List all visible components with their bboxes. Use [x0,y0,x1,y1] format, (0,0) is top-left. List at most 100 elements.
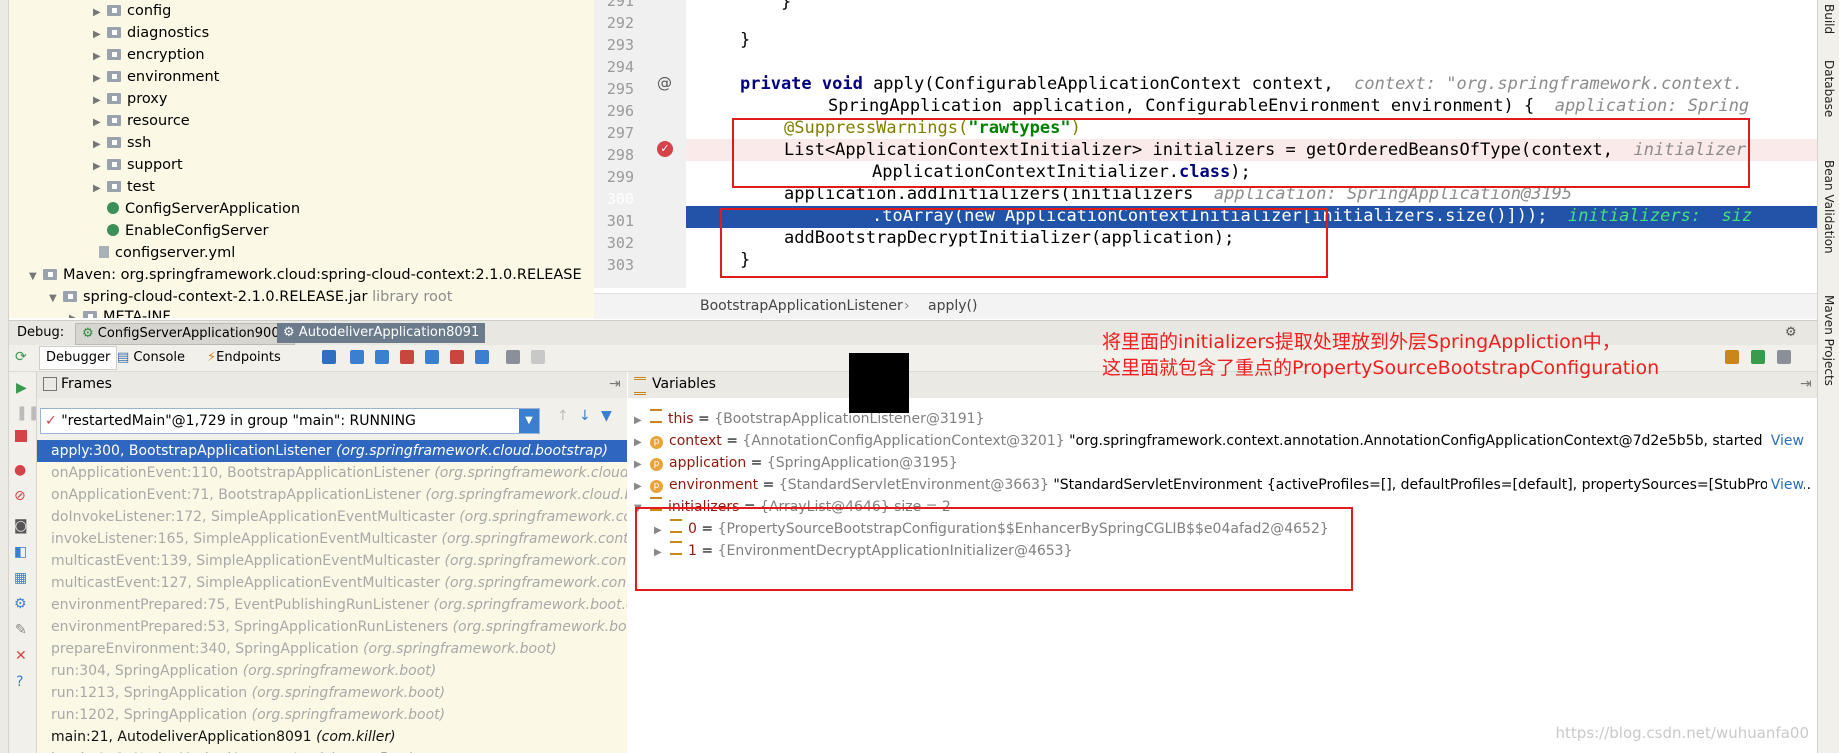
mute-breakpoints-icon[interactable]: ⊘ [14,488,26,504]
view-breakpoints-icon[interactable]: ● [14,462,26,478]
variable-row[interactable]: ▶ p application = {SpringApplication@3195} [634,452,1812,474]
expand-arrow-icon[interactable]: ▶ [93,90,107,112]
expand-arrow-icon[interactable]: ▶ [634,476,650,496]
drop-frame-icon[interactable] [450,350,464,364]
trace-icon[interactable] [531,350,545,364]
pin-icon[interactable]: ✎ [15,622,27,638]
view-link[interactable]: View [1766,474,1804,496]
expand-arrow-icon[interactable]: ▶ [93,134,107,156]
tree-item[interactable]: ▶ ssh [93,132,151,154]
thread-up-icon[interactable]: ↑ [557,408,569,424]
breadcrumb-method[interactable]: apply() [928,298,977,314]
right-tab-maven-projects[interactable]: Maven Projects [1822,295,1836,386]
expand-arrow-icon[interactable]: ▶ [69,308,83,318]
stack-frame-row[interactable]: apply:300, BootstrapApplicationListener … [37,440,627,462]
chevron-down-icon[interactable]: ▼ [519,409,539,433]
collapse-arrow-icon[interactable]: ▼ [49,288,63,310]
run-to-cursor-icon[interactable] [475,350,489,364]
stack-frame-row[interactable]: doInvokeListener:172, SimpleApplicationE… [51,506,627,528]
step-into-icon[interactable] [375,350,389,364]
expand-arrow-icon[interactable]: ▶ [634,454,650,476]
stack-frame-row[interactable]: onApplicationEvent:110, BootstrapApplica… [51,462,627,484]
stack-frame-row[interactable]: prepareEnvironment:340, SpringApplicatio… [51,638,557,660]
stack-frame-row[interactable]: invokeListener:165, SimpleApplicationEve… [51,528,627,550]
tab-debugger[interactable]: Debugger [39,346,118,370]
tree-item[interactable]: configserver.yml [81,242,235,264]
tree-item[interactable]: EnableConfigServer [93,220,268,242]
restore-icon[interactable]: ◧ [14,544,27,560]
debug-tab-configserver[interactable]: ⚙ ConfigServerApplication9006 [75,323,295,345]
stack-frame-row[interactable]: invoke0:-1, NativeMethodAccessorImpl (su… [51,748,414,753]
help-icon[interactable]: ? [16,674,23,690]
stack-frame-row[interactable]: main:21, AutodeliverApplication8091 (com… [51,726,396,748]
expand-arrow-icon[interactable]: ▶ [93,2,107,24]
tree-item[interactable]: ConfigServerApplication [93,198,300,220]
thread-selector[interactable]: ✓ "restartedMain"@1,729 in group "main":… [40,408,540,434]
settings-gear-icon[interactable]: ⚙ [1779,323,1803,343]
force-step-into-icon[interactable] [400,350,414,364]
restore-layout-icon[interactable] [1725,350,1739,364]
tree-item-meta-inf[interactable]: ▶ META-INF [69,306,171,318]
step-over-icon[interactable] [350,350,364,364]
breakpoint-icon[interactable]: ✓ [657,141,673,157]
code-line-295: SpringApplication application, Configura… [828,96,1750,116]
override-marker-icon[interactable]: @ [657,74,672,92]
camera-icon[interactable]: ◙ [14,518,28,534]
right-tab-database[interactable]: Database [1822,60,1836,117]
expand-arrow-icon[interactable]: ▶ [93,46,107,68]
pause-icon[interactable]: ❚❚ [16,405,39,421]
pin-panel-icon[interactable]: ⇥ [609,376,621,392]
expand-arrow-icon[interactable]: ▶ [634,432,650,452]
tree-item-jar[interactable]: ▼ spring-cloud-context-2.1.0.RELEASE.jar … [49,286,452,308]
stack-frame-row[interactable]: run:304, SpringApplication (org.springfr… [51,660,436,682]
right-tab-build[interactable]: Build [1822,4,1836,34]
debug-tab-autodeliver[interactable]: ⚙ AutodeliverApplication8091 [277,323,486,343]
tree-item[interactable]: ▶ environment [93,66,219,88]
tab-endpoints[interactable]: ⚡Endpoints [207,350,281,365]
layout-icon[interactable]: ▦ [14,570,27,586]
view-link[interactable]: View [1766,430,1804,452]
stack-frame-row[interactable]: run:1202, SpringApplication (org.springf… [51,704,445,726]
tree-item[interactable]: ▶ proxy [93,88,167,110]
stack-frame-row[interactable]: multicastEvent:127, SimpleApplicationEve… [51,572,627,594]
tree-item[interactable]: ▶ test [93,176,155,198]
threads-view-icon[interactable] [1777,350,1791,364]
right-tab-bean-validation[interactable]: Bean Validation [1822,160,1836,254]
close-icon[interactable]: ✕ [15,648,27,664]
tree-item[interactable]: ▶ config [93,0,171,22]
rerun-icon[interactable]: ⟳ [15,349,27,365]
stack-frame-row[interactable]: environmentPrepared:53, SpringApplicatio… [51,616,627,638]
tree-item[interactable]: ▶ diagnostics [93,22,209,44]
frame-method: run:1202, SpringApplication [51,707,252,723]
collapse-arrow-icon[interactable]: ▼ [29,266,43,288]
step-out-icon[interactable] [425,350,439,364]
settings-icon[interactable]: ⚙ [14,596,27,612]
show-execution-point-icon[interactable] [322,350,336,364]
stack-frame-row[interactable]: multicastEvent:139, SimpleApplicationEve… [51,550,627,572]
stack-frame-row[interactable]: run:1213, SpringApplication (org.springf… [51,682,445,704]
tree-item[interactable]: ▶ encryption [93,44,205,66]
breadcrumb-class[interactable]: BootstrapApplicationListener [700,298,903,314]
expand-arrow-icon[interactable]: ▶ [93,178,107,200]
expand-arrow-icon[interactable]: ▶ [93,68,107,90]
tree-item-maven[interactable]: ▼ Maven: org.springframework.cloud:spring… [29,264,582,286]
tab-console[interactable]: ▤ Console [117,350,185,365]
variable-row[interactable]: ▶ p context = {AnnotationConfigApplication… [634,430,1812,452]
pin-panel-icon[interactable]: ⇥ [1800,376,1812,392]
variable-row[interactable]: ▶ p environment = {StandardServletEnvironm… [634,474,1812,496]
expand-arrow-icon[interactable]: ▶ [634,410,650,432]
filter-icon[interactable]: ▼ [601,408,612,424]
stop-icon[interactable] [15,430,27,442]
thread-down-icon[interactable]: ↓ [579,408,591,424]
stack-frame-row[interactable]: onApplicationEvent:71, BootstrapApplicat… [51,484,627,506]
expand-arrow-icon[interactable]: ▶ [93,156,107,178]
expand-arrow-icon[interactable]: ▶ [93,112,107,134]
variable-row[interactable]: ▶ this = {BootstrapApplicationListener@31… [634,408,1812,430]
expand-arrow-icon[interactable]: ▶ [93,24,107,46]
tree-item[interactable]: ▶ resource [93,110,190,132]
stack-frame-row[interactable]: environmentPrepared:75, EventPublishingR… [51,594,627,616]
evaluate-expression-icon[interactable] [506,350,520,364]
resume-icon[interactable]: ▶ [16,380,27,396]
tree-item[interactable]: ▶ support [93,154,183,176]
memory-view-icon[interactable] [1751,350,1765,364]
